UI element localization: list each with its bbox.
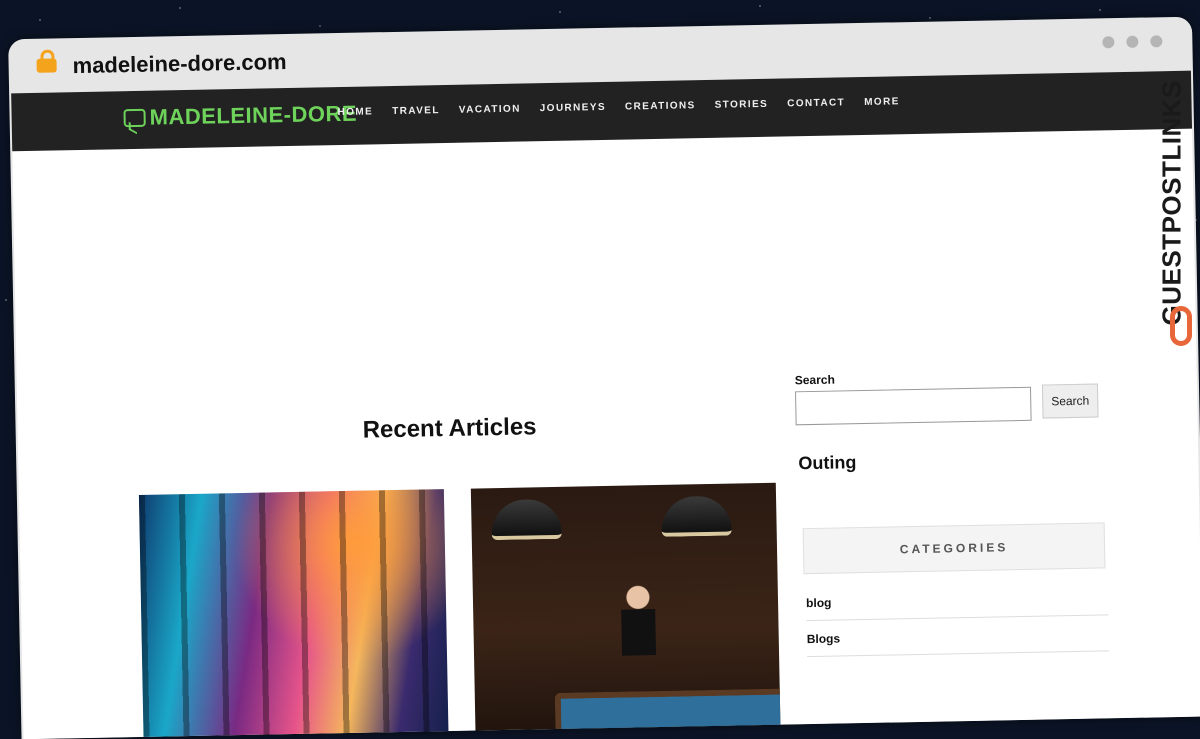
logo-text: MADELEINE-DORE [149, 100, 358, 130]
link-icon [1170, 306, 1192, 346]
watermark: GUESTPOSTLINKS [1152, 60, 1196, 360]
site-logo[interactable]: MADELEINE-DORE [123, 101, 357, 131]
nav-item-journeys[interactable]: JOURNEYS [540, 102, 606, 114]
category-link[interactable]: blog [805, 590, 1109, 622]
widget-title: Outing [798, 452, 857, 474]
main-menu: HOME TRAVEL VACATION JOURNEYS CREATIONS … [337, 96, 899, 118]
search-label: Search [794, 372, 835, 388]
nav-item-creations[interactable]: CREATIONS [625, 100, 696, 112]
nav-item-more[interactable]: MORE [864, 96, 900, 108]
chat-bubble-icon [123, 108, 146, 128]
nav-item-stories[interactable]: STORIES [715, 99, 769, 111]
window-controls [1102, 35, 1163, 49]
watermark-text: GUESTPOSTLINKS [1156, 80, 1187, 326]
gaming-table [554, 688, 781, 739]
nav-item-home[interactable]: HOME [337, 106, 373, 118]
search-input[interactable] [795, 386, 1032, 426]
screenshot-frame: madeleine-dore.com MADELEINE-DORE HOME T… [0, 0, 1200, 739]
lamp-shape [491, 498, 562, 541]
search-button[interactable]: Search [1041, 383, 1099, 419]
article-image-casino-table[interactable] [470, 482, 781, 739]
window-dot-icon[interactable] [1126, 35, 1139, 48]
dealer-figure [620, 585, 657, 656]
lamp-shape [661, 495, 732, 537]
web-page: MADELEINE-DORE HOME TRAVEL VACATION JOUR… [11, 70, 1200, 739]
url-text[interactable]: madeleine-dore.com [72, 49, 286, 79]
window-dot-icon[interactable] [1150, 35, 1163, 48]
nav-item-vacation[interactable]: VACATION [459, 104, 521, 116]
window-dot-icon[interactable] [1102, 36, 1115, 49]
category-link[interactable]: Blogs [806, 626, 1110, 658]
nav-item-travel[interactable]: TRAVEL [392, 105, 440, 117]
lock-icon [36, 58, 57, 73]
section-title: Recent Articles [362, 413, 537, 444]
categories-title: CATEGORIES [899, 540, 1009, 557]
categories-header: CATEGORIES [802, 522, 1106, 575]
nav-item-contact[interactable]: CONTACT [787, 97, 845, 109]
article-image-slot-machines[interactable] [138, 489, 449, 739]
browser-window: madeleine-dore.com MADELEINE-DORE HOME T… [8, 16, 1200, 739]
